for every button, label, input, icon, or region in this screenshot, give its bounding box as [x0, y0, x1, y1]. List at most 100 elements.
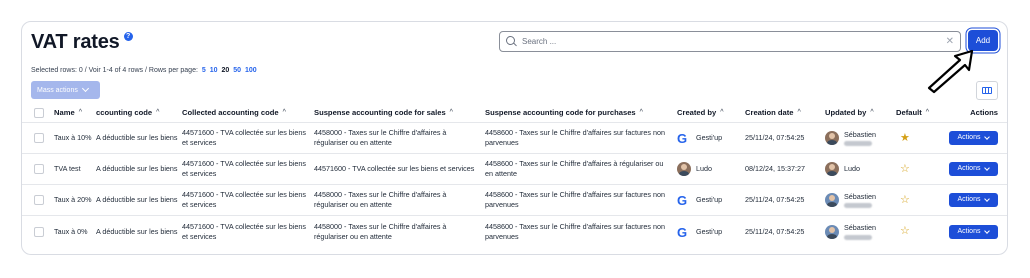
cell-suspense-purchases: 4458600 - Taxes sur le Chiffre d'affaire…: [485, 159, 664, 178]
cell-deductible-text: A déductible sur les biens et services: [96, 164, 178, 174]
star-outline-icon[interactable]: ☆: [900, 193, 910, 208]
header-suspense-purchases-label: Suspense accounting code for purchases: [485, 107, 636, 117]
pagination-bar: Selected rows: 0 / Voir 1-4 of 4 rows / …: [31, 67, 257, 74]
header-suspense-purchases[interactable]: Suspense accounting code for purchases ^: [485, 104, 677, 122]
table-row: Taux à 10% A déductible sur les biens et…: [22, 123, 1007, 154]
page-size-5[interactable]: 5: [202, 67, 206, 74]
cell-deductible: A déductible sur les biens et services: [96, 154, 178, 184]
cell-creation-date: 25/11/24, 07:54:25: [745, 195, 805, 205]
page-size-20[interactable]: 20: [221, 67, 229, 74]
sort-arrow-icon: ^: [78, 109, 82, 117]
cell-default: ☆: [900, 216, 920, 247]
table-row: Taux à 20% A déductible sur les biens et…: [22, 185, 1007, 216]
cell-collected: 44571600 - TVA collectée sur les biens e…: [182, 190, 306, 209]
cell-updated-by: Sébastien: [825, 123, 896, 153]
cell-updated-by: Sébastien: [825, 185, 896, 215]
close-icon[interactable]: ✕: [946, 36, 954, 47]
chevron-down-icon: [984, 227, 991, 234]
cell-created-by: Ludo: [677, 154, 745, 184]
star-outline-icon[interactable]: ☆: [900, 162, 910, 177]
updated-by-name: Sébastien: [844, 223, 876, 233]
avatar: [825, 162, 839, 176]
header-created-by[interactable]: Created by ^: [677, 104, 745, 122]
header-default[interactable]: Default ^: [896, 104, 948, 122]
header-suspense-sales-label: Suspense accounting code for sales: [314, 107, 446, 117]
cell-created-by: Gesti'up: [677, 123, 745, 153]
actions-button[interactable]: Actions: [949, 131, 998, 145]
redacted-surname: [844, 234, 872, 240]
sort-arrow-icon: ^: [797, 109, 801, 117]
cell-deductible: A déductible sur les biens et services: [96, 123, 178, 153]
search-input[interactable]: [522, 37, 946, 46]
cell-default: ☆: [900, 154, 920, 184]
row-checkbox[interactable]: [34, 164, 44, 174]
question-icon[interactable]: ?: [123, 32, 133, 41]
header-collected-code[interactable]: Collected accounting code ^: [182, 104, 314, 122]
cell-suspense-sales: 4458000 - Taxes sur le Chiffre d'affaire…: [314, 190, 447, 209]
cell-actions: Actions: [948, 154, 998, 184]
updated-by-name: Sébastien: [844, 191, 876, 201]
sort-arrow-icon: ^: [639, 109, 643, 117]
cell-actions: Actions: [948, 216, 998, 247]
header-actions-label: Actions: [970, 107, 998, 117]
cell-name: Taux à 20%: [54, 195, 92, 205]
cell-updated-by: Ludo: [825, 154, 896, 184]
cell-suspense-sales: 4458000 - Taxes sur le Chiffre d'affaire…: [314, 128, 447, 147]
actions-button[interactable]: Actions: [949, 193, 998, 207]
actions-label: Actions: [957, 134, 981, 142]
updated-by-stack: Sébastien: [844, 223, 876, 240]
vat-rates-table: Name ^ ccounting code ^ Collected accounti…: [22, 104, 1007, 247]
row-checkbox-cell: [34, 123, 48, 153]
header-name-label: Name: [54, 107, 75, 117]
cell-creation-date: 08/12/24, 15:37:27: [745, 164, 805, 174]
updated-by-stack: Sébastien: [844, 130, 876, 147]
cell-created-by: Gesti'up: [677, 185, 745, 215]
cell-suspense-purchases: 4458600 - Taxes sur le Chiffre d'affaire…: [485, 190, 665, 209]
redacted-surname: [844, 141, 872, 147]
updated-by-name: Ludo: [844, 164, 860, 174]
cell-creation-date: 25/11/24, 07:54:25: [745, 133, 805, 143]
cell-default: ★: [900, 123, 920, 153]
page-size-10[interactable]: 10: [210, 67, 218, 74]
header-deductible-code[interactable]: ccounting code ^: [96, 104, 182, 122]
cell-actions: Actions: [948, 123, 998, 153]
page-size-50[interactable]: 50: [233, 67, 241, 74]
header-updated-by-label: Updated by: [825, 107, 867, 117]
star-outline-icon[interactable]: ☆: [900, 224, 910, 239]
star-filled-icon[interactable]: ★: [900, 131, 910, 146]
chevron-down-icon: [984, 165, 991, 171]
header-suspense-sales[interactable]: Suspense accounting code for sales ^: [314, 104, 485, 122]
header-created-by-label: Created by: [677, 107, 717, 117]
header-name[interactable]: Name ^: [54, 104, 96, 122]
columns-icon: [982, 87, 992, 94]
row-checkbox[interactable]: [34, 226, 44, 237]
cell-default: ☆: [900, 185, 920, 215]
cell-name: Taux à 10%: [54, 133, 92, 143]
header-default-label: Default: [896, 107, 922, 117]
created-by-name: Gesti'up: [696, 226, 723, 236]
row-checkbox[interactable]: [34, 195, 44, 205]
cell-name: Taux à 0%: [54, 226, 88, 236]
search-icon: [506, 36, 517, 47]
cell-deductible-text: A déductible sur les biens et services: [96, 195, 178, 205]
cell-collected: 44571600 - TVA collectée sur les biens e…: [182, 128, 306, 147]
header-creation-date[interactable]: Creation date ^: [745, 104, 825, 122]
header-updated-by[interactable]: Updated by ^: [825, 104, 896, 122]
row-checkbox-cell: [34, 216, 48, 247]
select-all-checkbox[interactable]: [34, 108, 44, 118]
columns-button[interactable]: [976, 81, 998, 100]
page-size-100[interactable]: 100: [245, 67, 257, 74]
header-collected-label: Collected accounting code: [182, 107, 279, 117]
created-by-name: Gesti'up: [696, 133, 723, 143]
row-checkbox[interactable]: [34, 133, 44, 143]
row-checkbox-cell: [34, 154, 48, 184]
mass-actions-button[interactable]: Mass actions: [31, 81, 100, 99]
header-actions: Actions: [948, 104, 998, 122]
created-by-name: Ludo: [696, 164, 712, 174]
cell-suspense-sales: 4458000 - Taxes sur le Chiffre d'affaire…: [314, 221, 447, 241]
cell-deductible-text: A déductible sur les biens et services: [96, 226, 178, 236]
avatar: [825, 131, 839, 145]
actions-button[interactable]: Actions: [949, 224, 998, 239]
actions-button[interactable]: Actions: [949, 162, 998, 176]
sort-arrow-icon: ^: [870, 109, 874, 117]
